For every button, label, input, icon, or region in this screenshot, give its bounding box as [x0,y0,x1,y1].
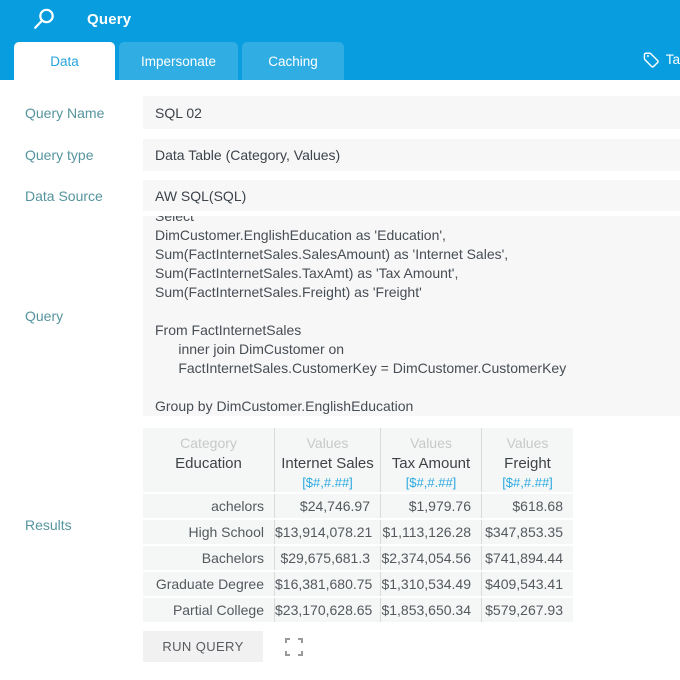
column-group-label: Values [306,435,349,451]
results-value-cell: $579,267.93 [481,598,573,622]
column-group-label: Values [506,435,549,451]
results-row: Partial College $23,170,628.65 $1,853,650.… [143,598,573,622]
results-row: achelors $24,746.97 $1,979.76 $618.68 [143,494,573,518]
results-table: Category Education Values Internet Sales [$#… [143,428,573,622]
results-column-header-tax-amount: Values Tax Amount [$#,#.##] [380,428,481,492]
results-value-cell: $1,310,534.49 [380,572,481,596]
results-row: Bachelors $29,675,681.3 $2,374,054.56 $741,… [143,546,573,570]
results-column-header-freight: Values Freight [$#,#.##] [481,428,573,492]
column-name-label: Tax Amount [391,455,471,472]
results-value-cell: $1,113,126.28 [380,520,481,544]
search-icon [32,7,56,31]
results-value-cell: $347,853.35 [481,520,573,544]
column-format-link[interactable]: [$#,#.##] [275,475,380,493]
results-row: High School $13,914,078.21 $1,113,126.28 $3… [143,520,573,544]
data-source-select[interactable]: AW SQL(SQL) [143,180,680,211]
tag-icon [643,51,660,68]
results-value-cell: $409,543.41 [481,572,573,596]
results-column-header-education: Category Education [143,428,274,492]
query-name-input[interactable]: SQL 02 [143,96,680,129]
query-name-label: Query Name [25,104,105,121]
tab-data[interactable]: Data [14,42,115,80]
query-sql-label: Query [25,308,64,324]
results-value-cell: $741,894.44 [481,546,573,570]
query-sql-textarea[interactable]: Select DimCustomer.EnglishEducation as '… [143,216,680,416]
results-category-cell: Partial College [143,598,274,622]
column-format-link[interactable]: [$#,#.##] [381,475,481,493]
results-value-cell: $1,979.76 [380,494,481,518]
results-value-cell: $1,853,650.34 [380,598,481,622]
results-value-cell: $13,914,078.21 [274,520,380,544]
tab-caching[interactable]: Caching [242,42,344,80]
results-value-cell: $24,746.97 [274,494,380,518]
results-value-cell: $23,170,628.65 [274,598,380,622]
query-form: Query Name SQL 02 Query type Data Table … [0,96,680,662]
column-name-label: Freight [504,455,551,472]
titlebar: Query [0,0,680,38]
results-category-cell: achelors [143,494,274,518]
tag-label: Ta [665,51,680,67]
query-type-label: Query type [25,147,94,163]
results-label: Results [25,517,72,533]
results-value-cell: $16,381,680.75 [274,572,380,596]
column-format-link [143,475,274,493]
column-name-label: Internet Sales [281,455,374,472]
column-group-label: Category [180,435,237,451]
tab-impersonate[interactable]: Impersonate [119,42,238,80]
results-category-cell: Graduate Degree [143,572,274,596]
page-title: Query [87,10,132,28]
results-column-header-internet-sales: Values Internet Sales [$#,#.##] [274,428,380,492]
results-value-cell: $618.68 [481,494,573,518]
results-value-cell: $29,675,681.3 [274,546,380,570]
results-row: Graduate Degree $16,381,680.75 $1,310,534.… [143,572,573,596]
column-group-label: Values [410,435,452,451]
column-format-link[interactable]: [$#,#.##] [482,475,573,493]
query-type-select[interactable]: Data Table (Category, Values) [143,139,680,171]
column-name-label: Education [175,455,242,472]
query-sql-text: Select DimCustomer.EnglishEducation as '… [155,216,567,414]
tab-strip: Data Impersonate Caching Ta [0,38,680,80]
tag-button[interactable]: Ta [643,38,680,80]
run-query-button[interactable]: RUN QUERY [143,631,263,662]
results-category-cell: High School [143,520,274,544]
query-editor-window: Query Data Impersonate Caching Ta Query … [0,0,680,680]
results-category-cell: Bachelors [143,546,274,570]
data-source-label: Data Source [25,187,103,204]
expand-icon[interactable] [285,637,303,656]
results-value-cell: $2,374,054.56 [380,546,481,570]
